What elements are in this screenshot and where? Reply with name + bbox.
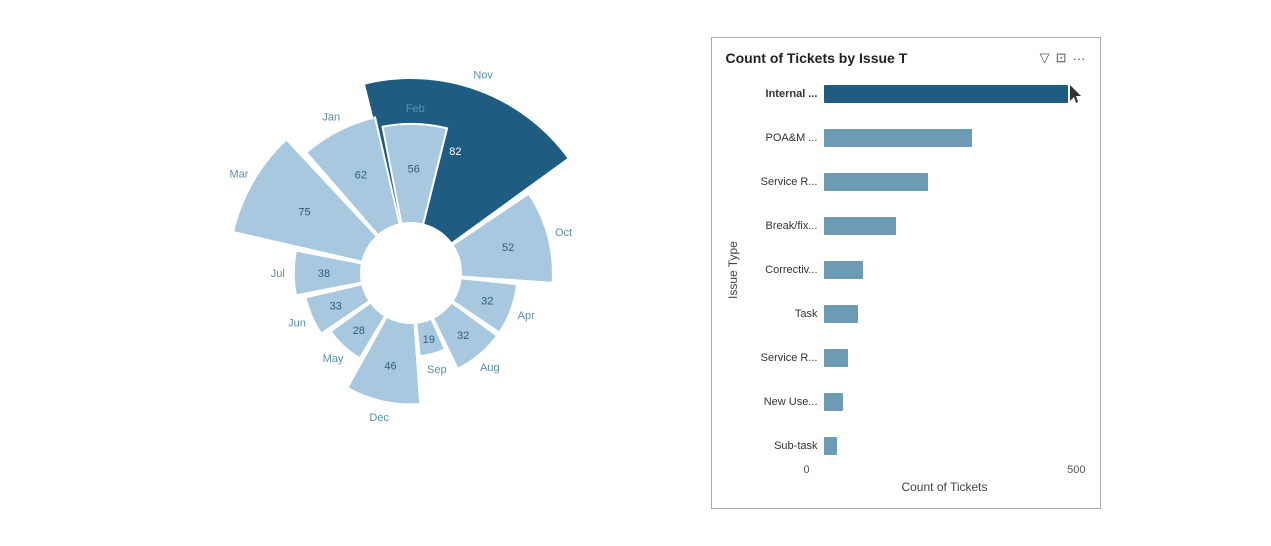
- x-tick-0: 0: [804, 464, 810, 476]
- bar-label-4: Correctiv...: [746, 264, 818, 276]
- bar-row: Correctiv...: [746, 256, 1086, 284]
- bar-track-2: [824, 173, 1086, 191]
- x-axis-area: 0 500 Count of Tickets: [726, 464, 1086, 494]
- bar-chart-header: Count of Tickets by Issue T ▽ ⊡ ···: [726, 50, 1086, 66]
- bar-track-1: [824, 129, 1086, 147]
- bar-fill-8: [824, 437, 837, 455]
- radial-value-Nov: 82: [449, 146, 461, 158]
- bars-area: Internal ... POA&M ... Service R... Break/f…: [746, 80, 1086, 460]
- cursor-indicator: [1068, 85, 1082, 103]
- radial-value-Dec: 46: [384, 360, 396, 372]
- radial-center: [361, 223, 461, 323]
- bar-fill-3: [824, 217, 896, 235]
- bar-track-5: [824, 305, 1086, 323]
- bar-label-6: Service R...: [746, 352, 818, 364]
- radial-value-Aug: 32: [457, 330, 469, 342]
- filter-icon[interactable]: ▽: [1040, 50, 1050, 66]
- bar-label-0: Internal ...: [746, 88, 818, 100]
- radial-value-May: 28: [352, 325, 364, 337]
- bar-label-7: New Use...: [746, 396, 818, 408]
- radial-svg: 82 Nov 52 Oct 32 Apr 32 Aug 19 Sep 46 Dec 28 May 33 Jun…: [171, 33, 651, 513]
- bar-label-8: Sub-task: [746, 440, 818, 452]
- radial-month-Jul: Jul: [270, 268, 284, 280]
- radial-value-Mar: 75: [298, 207, 310, 219]
- radial-month-Aug: Aug: [480, 362, 500, 374]
- radial-value-Jan: 62: [354, 170, 366, 182]
- x-axis-label: Count of Tickets: [804, 480, 1086, 494]
- bar-chart-container: Count of Tickets by Issue T ▽ ⊡ ··· Issu…: [711, 37, 1101, 509]
- bar-fill-6: [824, 349, 848, 367]
- bar-fill-1: [824, 129, 973, 147]
- radial-chart: 82 Nov 52 Oct 32 Apr 32 Aug 19 Sep 46 Dec 28 May 33 Jun…: [171, 33, 651, 513]
- bar-track-6: [824, 349, 1086, 367]
- bar-track-7: [824, 393, 1086, 411]
- bar-label-2: Service R...: [746, 176, 818, 188]
- radial-month-Dec: Dec: [369, 412, 389, 424]
- radial-month-Oct: Oct: [555, 227, 572, 239]
- radial-month-Sep: Sep: [426, 364, 446, 376]
- radial-value-Jun: 33: [329, 301, 341, 313]
- bar-fill-7: [824, 393, 844, 411]
- bar-row: Break/fix...: [746, 212, 1086, 240]
- radial-month-Jan: Jan: [322, 112, 340, 124]
- bar-label-1: POA&M ...: [746, 132, 818, 144]
- radial-value-Jul: 38: [317, 268, 329, 280]
- bar-fill-0: [824, 85, 1068, 103]
- radial-month-May: May: [322, 353, 343, 365]
- chart-body: Issue Type Internal ... POA&M ... Service …: [726, 80, 1086, 460]
- radial-month-Jun: Jun: [288, 318, 306, 330]
- radial-month-Nov: Nov: [473, 70, 493, 82]
- bar-chart-icon-group: ▽ ⊡ ···: [1040, 50, 1086, 66]
- radial-value-Apr: 32: [481, 296, 493, 308]
- bar-label-3: Break/fix...: [746, 220, 818, 232]
- bar-track-0: [824, 85, 1086, 103]
- bar-fill-4: [824, 261, 863, 279]
- expand-icon[interactable]: ⊡: [1056, 50, 1067, 66]
- x-tick-500: 500: [1067, 464, 1085, 476]
- bar-row: Sub-task: [746, 432, 1086, 460]
- radial-value-Feb: 56: [407, 164, 419, 176]
- bar-row: Service R...: [746, 344, 1086, 372]
- radial-value-Oct: 52: [502, 242, 514, 254]
- radial-month-Feb: Feb: [405, 103, 424, 115]
- bar-track-3: [824, 217, 1086, 235]
- bar-track-8: [824, 437, 1086, 455]
- bar-chart-title: Count of Tickets by Issue T: [726, 50, 908, 66]
- radial-month-Mar: Mar: [229, 169, 248, 181]
- bar-row: Service R...: [746, 168, 1086, 196]
- radial-month-Apr: Apr: [517, 310, 534, 322]
- bar-row: Internal ...: [746, 80, 1086, 108]
- more-icon[interactable]: ···: [1073, 51, 1086, 66]
- x-axis-ticks: 0 500: [804, 464, 1086, 476]
- bar-track-4: [824, 261, 1086, 279]
- bar-label-5: Task: [746, 308, 818, 320]
- y-axis-label: Issue Type: [726, 80, 740, 460]
- bar-fill-5: [824, 305, 859, 323]
- radial-value-Sep: 19: [422, 334, 434, 346]
- bar-row: POA&M ...: [746, 124, 1086, 152]
- bar-row: New Use...: [746, 388, 1086, 416]
- bar-row: Task: [746, 300, 1086, 328]
- bar-fill-2: [824, 173, 929, 191]
